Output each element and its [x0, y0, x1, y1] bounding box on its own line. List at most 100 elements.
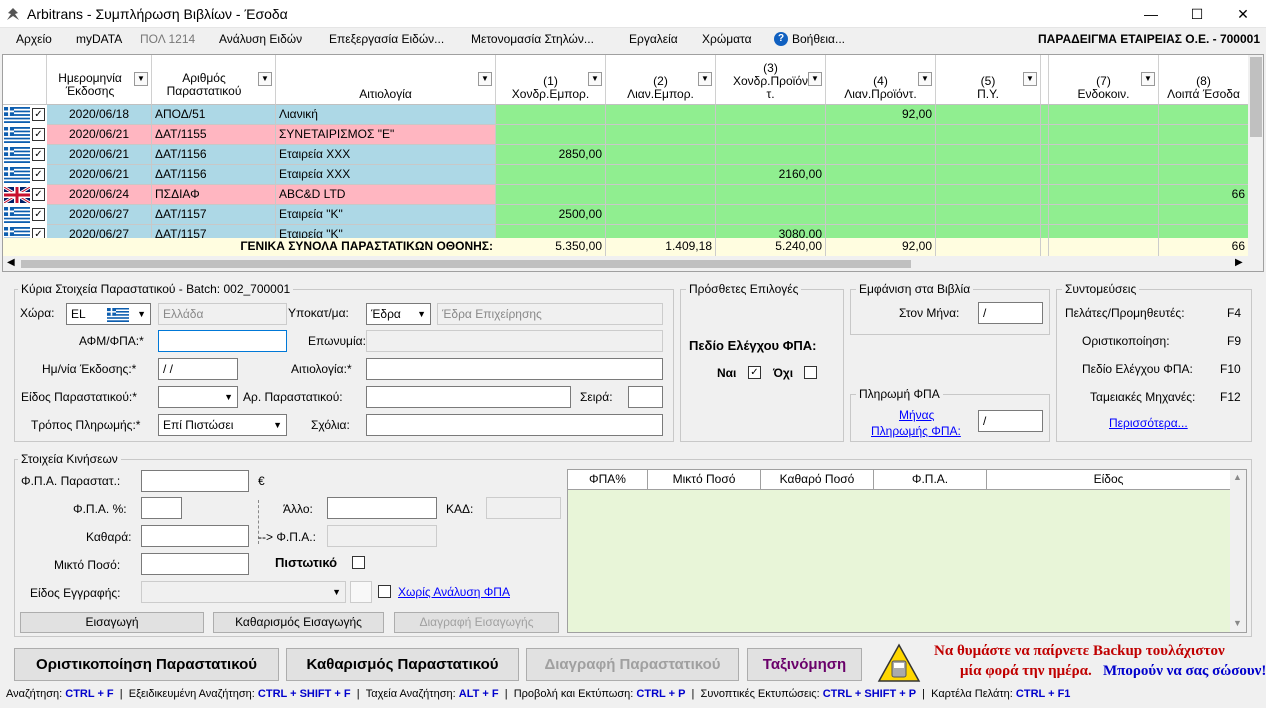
vat-payment-month-link[interactable]: Μήνας — [899, 408, 934, 422]
other-input[interactable] — [327, 497, 437, 519]
table-cell-c4[interactable] — [826, 205, 936, 225]
scroll-left-icon[interactable]: ◀ — [7, 257, 15, 268]
minimize-button[interactable]: — — [1128, 0, 1174, 28]
table-cell-reason[interactable]: Εταιρεία "Κ" — [276, 205, 496, 225]
no-vat-link[interactable]: Χωρίς Ανάλυση ΦΠΑ — [398, 585, 510, 599]
table-cell-date[interactable]: 2020/06/18 — [47, 105, 152, 125]
vat-payment-input[interactable]: / — [978, 410, 1043, 432]
table-cell-reason[interactable]: ABC&D LTD — [276, 185, 496, 205]
vat-doc-input[interactable] — [141, 470, 249, 492]
table-cell-date[interactable]: 2020/06/21 — [47, 165, 152, 185]
menu-help[interactable]: Βοήθεια... — [792, 32, 845, 46]
grid-header-col8[interactable]: (8) Λοιπά Έσοδα — [1159, 55, 1249, 105]
table-cell-c3[interactable] — [716, 185, 826, 205]
table-cell-date[interactable]: 2020/06/24 — [47, 185, 152, 205]
table-cell-c1[interactable]: 2500,00 — [496, 205, 606, 225]
row-checkbox[interactable]: ✓ — [32, 108, 45, 121]
table-cell-c8[interactable] — [1159, 145, 1249, 165]
table-cell-reason[interactable]: ΣΥΝΕΤΑΙΡΙΣΜΟΣ "Ε" — [276, 125, 496, 145]
grid-header-date[interactable]: Ημερομηνία Έκδοσης ▼ — [47, 55, 152, 105]
row-checkbox[interactable]: ✓ — [32, 168, 45, 181]
table-cell-c4[interactable] — [826, 145, 936, 165]
payment-select[interactable]: Επί Πιστώσει ▼ — [158, 414, 287, 436]
table-cell-c7[interactable] — [1049, 145, 1159, 165]
table-cell-c3[interactable] — [716, 145, 826, 165]
table-cell-reason[interactable]: Εταιρεία ΧΧΧ — [276, 165, 496, 185]
table-cell-hid[interactable] — [1041, 205, 1049, 225]
country-select[interactable]: EL ▼ — [66, 303, 151, 325]
table-cell-c8[interactable] — [1159, 205, 1249, 225]
no-vat-checkbox[interactable] — [378, 585, 391, 598]
table-cell-c7[interactable] — [1049, 125, 1159, 145]
vat-lines-table[interactable]: ΦΠΑ% Μικτό Ποσό Καθαρό Ποσό Φ.Π.Α. Είδος… — [567, 469, 1247, 633]
reason-input[interactable] — [366, 358, 663, 380]
table-cell-c7[interactable] — [1049, 205, 1159, 225]
table-cell-hid[interactable] — [1041, 105, 1049, 125]
grid-header-col2[interactable]: (2) Λιαν.Εμπορ. ▼ — [606, 55, 716, 105]
table-cell-docno[interactable]: ΔΑΤ/1156 — [152, 165, 276, 185]
table-cell-c3[interactable] — [716, 205, 826, 225]
close-button[interactable]: ✕ — [1220, 0, 1266, 28]
vat-payment-link[interactable]: Πληρωμής ΦΠΑ: — [871, 424, 961, 438]
series-input[interactable] — [628, 386, 663, 408]
more-link[interactable]: Περισσότερα... — [1109, 416, 1188, 430]
table-row[interactable]: ✓ 2020/06/27 ΔΑΤ/1157 Εταιρεία "Κ" 2500,00 — [3, 205, 1263, 225]
afm-input[interactable] — [158, 330, 287, 352]
row-checkbox[interactable]: ✓ — [32, 128, 45, 141]
grid-header-col1[interactable]: (1) Χονδρ.Εμπορ. ▼ — [496, 55, 606, 105]
table-cell-c5[interactable] — [936, 165, 1041, 185]
table-cell-c1[interactable] — [496, 125, 606, 145]
row-checkbox[interactable]: ✓ — [32, 208, 45, 221]
docno-input[interactable] — [366, 386, 571, 408]
vat-table-scrollbar[interactable]: ▲ ▼ — [1230, 470, 1246, 632]
menu-tools[interactable]: Εργαλεία — [629, 32, 678, 46]
table-cell-c8[interactable] — [1159, 165, 1249, 185]
date-input[interactable]: / / — [158, 358, 238, 380]
table-cell-c2[interactable] — [606, 125, 716, 145]
filter-dropdown-icon[interactable]: ▼ — [808, 72, 822, 86]
filter-dropdown-icon[interactable]: ▼ — [588, 72, 602, 86]
table-cell-c5[interactable] — [936, 145, 1041, 165]
table-cell-hid[interactable] — [1041, 165, 1049, 185]
table-cell-c8[interactable] — [1159, 105, 1249, 125]
vat-pct-input[interactable] — [141, 497, 182, 519]
comments-input[interactable] — [366, 414, 663, 436]
grid-header-col5[interactable]: (5) Π.Υ. ▼ — [936, 55, 1041, 105]
table-cell-c4[interactable] — [826, 165, 936, 185]
scroll-up-icon[interactable]: ▲ — [1233, 472, 1242, 482]
grid-header-col3[interactable]: (3) Χονδρ.Προϊόν τ. ▼ — [716, 55, 826, 105]
table-cell-reason[interactable]: Εταιρεία ΧΧΧ — [276, 145, 496, 165]
table-cell-c3[interactable] — [716, 105, 826, 125]
table-cell-c2[interactable] — [606, 145, 716, 165]
documents-grid[interactable]: Ημερομηνία Έκδοσης ▼ Αριθμός Παραστατικού… — [2, 54, 1264, 272]
table-cell-docno[interactable]: ΔΑΤ/1155 — [152, 125, 276, 145]
filter-dropdown-icon[interactable]: ▼ — [1141, 72, 1155, 86]
table-cell-c4[interactable]: 92,00 — [826, 105, 936, 125]
table-row[interactable]: ✓ 2020/06/24 ΠΣΔΙΑΦ ABC&D LTD 66 — [3, 185, 1263, 205]
table-cell-c2[interactable] — [606, 185, 716, 205]
table-row[interactable]: ✓ 2020/06/18 ΑΠΟΔ/51 Λιανική 92,00 — [3, 105, 1263, 125]
menu-mydata[interactable]: myDATA — [76, 32, 122, 46]
table-cell-c5[interactable] — [936, 185, 1041, 205]
table-cell-docno[interactable]: ΔΑΤ/1157 — [152, 205, 276, 225]
yes-checkbox[interactable]: ✓ — [748, 366, 761, 379]
table-cell-c4[interactable] — [826, 125, 936, 145]
table-cell-c4[interactable] — [826, 185, 936, 205]
grid-header-col4[interactable]: (4) Λιαν.Προϊόντ. ▼ — [826, 55, 936, 105]
table-cell-date[interactable]: 2020/06/21 — [47, 125, 152, 145]
table-cell-hid[interactable] — [1041, 145, 1049, 165]
delete-insert-button[interactable]: Διαγραφή Εισαγωγής — [394, 612, 559, 633]
table-cell-docno[interactable]: ΠΣΔΙΑΦ — [152, 185, 276, 205]
clear-insert-button[interactable]: Καθαρισμός Εισαγωγής — [213, 612, 384, 633]
net-input[interactable] — [141, 525, 249, 547]
scroll-thumb[interactable] — [1250, 57, 1262, 137]
table-cell-c1[interactable]: 2850,00 — [496, 145, 606, 165]
table-row[interactable]: ✓ 2020/06/21 ΔΑΤ/1155 ΣΥΝΕΤΑΙΡΙΣΜΟΣ "Ε" — [3, 125, 1263, 145]
sort-button[interactable]: Ταξινόμηση — [747, 648, 862, 681]
menu-colors[interactable]: Χρώματα — [702, 32, 752, 46]
row-checkbox[interactable]: ✓ — [32, 148, 45, 161]
gross-input[interactable] — [141, 553, 249, 575]
delete-document-button[interactable]: Διαγραφή Παραστατικού — [526, 648, 739, 681]
table-cell-c5[interactable] — [936, 205, 1041, 225]
vertical-scrollbar[interactable] — [1248, 55, 1263, 256]
